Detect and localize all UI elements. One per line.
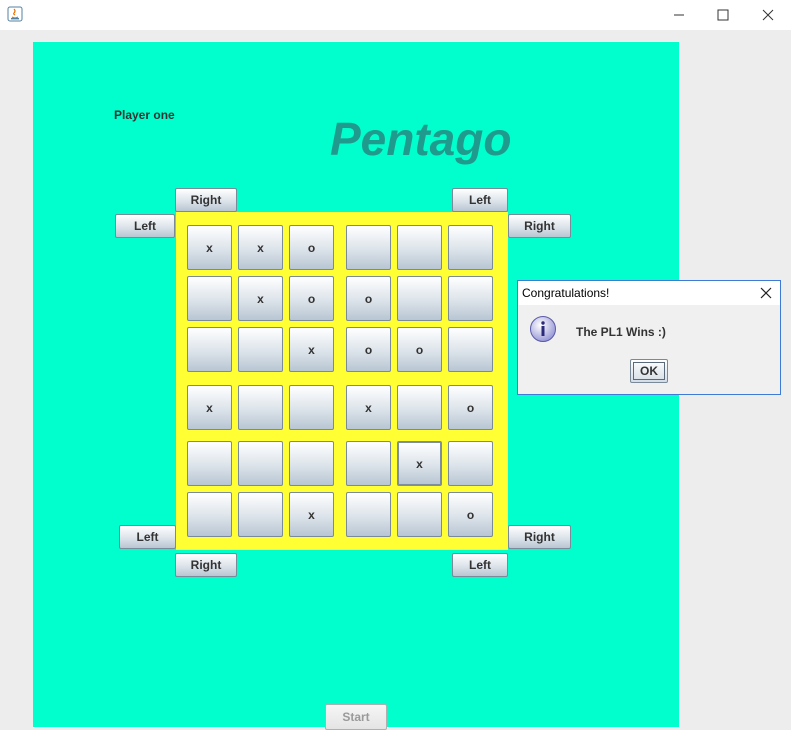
board-cell-r6-c6[interactable]: o <box>448 492 493 537</box>
board-cell-r5-c1[interactable] <box>187 441 232 486</box>
board-cell-r6-c2[interactable] <box>238 492 283 537</box>
board-cell-r2-c2[interactable]: x <box>238 276 283 321</box>
maximize-button[interactable] <box>700 0 746 30</box>
board-cell-r1-c3[interactable]: o <box>289 225 334 270</box>
board-cell-r2-c6[interactable] <box>448 276 493 321</box>
board-cell-r6-c4[interactable] <box>346 492 391 537</box>
close-button[interactable] <box>745 0 791 30</box>
rotate-top-right-right-button[interactable]: Right <box>508 214 571 238</box>
congratulations-dialog: Congratulations! The PL1 Wins :) OK <box>517 280 781 395</box>
rotate-bottom-right-right-button[interactable]: Right <box>508 525 571 549</box>
board-cell-r6-c3[interactable]: x <box>289 492 334 537</box>
board-cell-r1-c4[interactable] <box>346 225 391 270</box>
minimize-button[interactable] <box>656 0 702 30</box>
start-button[interactable]: Start <box>325 704 387 730</box>
board-cell-r3-c2[interactable] <box>238 327 283 372</box>
board-cell-r3-c6[interactable] <box>448 327 493 372</box>
info-icon <box>530 316 556 342</box>
rotate-top-left-left-button[interactable]: Left <box>115 214 175 238</box>
board-cell-r5-c4[interactable] <box>346 441 391 486</box>
rotate-top-left-right-button[interactable]: Right <box>175 188 237 212</box>
board-cell-r5-c6[interactable] <box>448 441 493 486</box>
board-cell-r5-c3[interactable] <box>289 441 334 486</box>
dialog-title: Congratulations! <box>522 286 610 300</box>
board-cell-r2-c1[interactable] <box>187 276 232 321</box>
board-cell-r4-c2[interactable] <box>238 385 283 430</box>
rotate-bottom-left-left-button[interactable]: Left <box>119 525 176 549</box>
dialog-close-icon[interactable] <box>758 285 774 301</box>
rotate-top-right-left-button[interactable]: Left <box>452 188 508 212</box>
board-cell-r2-c3[interactable]: o <box>289 276 334 321</box>
board-cell-r6-c5[interactable] <box>397 492 442 537</box>
board-cell-r3-c3[interactable]: x <box>289 327 334 372</box>
board-cell-r1-c6[interactable] <box>448 225 493 270</box>
board-cell-r3-c4[interactable]: o <box>346 327 391 372</box>
java-icon <box>7 6 23 22</box>
window-titlebar <box>0 0 791 30</box>
board-cell-r4-c5[interactable] <box>397 385 442 430</box>
board-cell-r1-c2[interactable]: x <box>238 225 283 270</box>
board-cell-r2-c5[interactable] <box>397 276 442 321</box>
rotate-bottom-right-left-button[interactable]: Left <box>452 553 508 577</box>
board-cell-r5-c2[interactable] <box>238 441 283 486</box>
player-label: Player one <box>114 108 175 122</box>
dialog-message: The PL1 Wins :) <box>576 325 666 339</box>
board-cell-r1-c5[interactable] <box>397 225 442 270</box>
maximize-icon <box>717 9 729 21</box>
ok-button[interactable]: OK <box>630 359 668 383</box>
game-title: Pentago <box>330 113 512 165</box>
dialog-titlebar: Congratulations! <box>518 281 780 305</box>
board-cell-r3-c5[interactable]: o <box>397 327 442 372</box>
minimize-icon <box>674 14 684 16</box>
board-cell-r1-c1[interactable]: x <box>187 225 232 270</box>
board-cell-r4-c3[interactable] <box>289 385 334 430</box>
board-cell-r5-c5[interactable]: x <box>397 441 442 486</box>
board-cell-r6-c1[interactable] <box>187 492 232 537</box>
board-cell-r4-c4[interactable]: x <box>346 385 391 430</box>
board-cell-r4-c1[interactable]: x <box>187 385 232 430</box>
board-cell-r3-c1[interactable] <box>187 327 232 372</box>
rotate-bottom-left-right-button[interactable]: Right <box>175 553 237 577</box>
board-cell-r2-c4[interactable]: o <box>346 276 391 321</box>
close-icon <box>762 9 774 21</box>
board-cell-r4-c6[interactable]: o <box>448 385 493 430</box>
